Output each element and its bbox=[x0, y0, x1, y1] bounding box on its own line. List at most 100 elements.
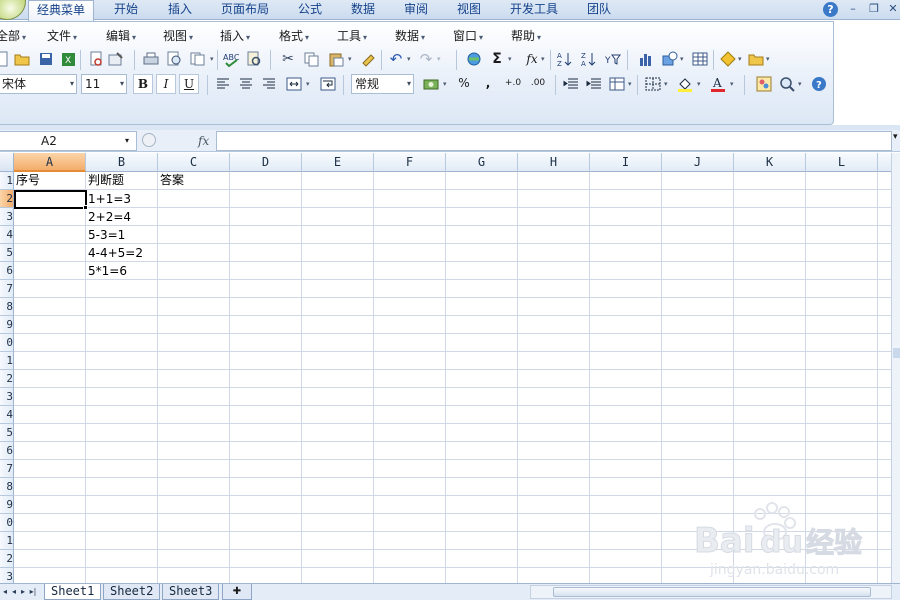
new-icon[interactable] bbox=[0, 49, 12, 69]
borders-icon[interactable] bbox=[643, 74, 663, 94]
underline-button[interactable]: U bbox=[179, 74, 199, 94]
tab-formulas[interactable]: 公式 bbox=[290, 0, 330, 20]
menu-file[interactable]: 文件 ▾ bbox=[47, 28, 77, 44]
help-icon[interactable]: ? bbox=[823, 2, 838, 17]
column-header-k[interactable]: K bbox=[734, 153, 806, 172]
increase-indent-icon[interactable] bbox=[584, 74, 604, 94]
row-header[interactable]: 3 bbox=[0, 208, 14, 226]
copy-icon[interactable] bbox=[302, 49, 322, 69]
row-header[interactable]: 2 bbox=[0, 550, 14, 568]
tab-insert[interactable]: 插入 bbox=[160, 0, 200, 20]
row-header[interactable]: 5 bbox=[0, 424, 14, 442]
font-size-select[interactable]: 11 ▾ bbox=[81, 74, 127, 94]
row-header[interactable]: 0 bbox=[0, 514, 14, 532]
column-header-i[interactable]: I bbox=[590, 153, 662, 172]
horizontal-scrollbar[interactable] bbox=[530, 585, 892, 599]
cell-a1[interactable]: 序号 bbox=[14, 171, 40, 189]
italic-button[interactable]: I bbox=[156, 74, 176, 94]
column-header-j[interactable]: J bbox=[662, 153, 734, 172]
cell-b2[interactable]: 1+1=3 bbox=[86, 190, 131, 208]
restore-icon[interactable]: ❐ bbox=[866, 1, 882, 17]
menu-insert[interactable]: 插入 ▾ bbox=[220, 28, 250, 44]
excel-icon[interactable]: X bbox=[58, 49, 78, 69]
name-box[interactable]: A2 bbox=[0, 131, 137, 151]
expand-formula-bar-icon[interactable]: ▾ bbox=[893, 132, 898, 142]
row-header[interactable]: 5 bbox=[0, 244, 14, 262]
last-sheet-icon[interactable]: ▸| bbox=[28, 586, 38, 598]
office-button[interactable] bbox=[0, 0, 26, 20]
open-icon[interactable] bbox=[12, 49, 32, 69]
cell-b6[interactable]: 5*1=6 bbox=[86, 262, 127, 280]
number-format-select[interactable]: 常规 ▾ bbox=[351, 74, 414, 94]
sheet-tab-2[interactable]: Sheet2 bbox=[103, 584, 161, 600]
help-button-icon[interactable]: ? bbox=[809, 74, 829, 94]
row-header[interactable]: 1 bbox=[0, 532, 14, 550]
table-grid-icon[interactable] bbox=[690, 49, 710, 69]
row-header[interactable]: 8 bbox=[0, 298, 14, 316]
menu-data[interactable]: 数据 ▾ bbox=[395, 28, 425, 44]
menu-edit[interactable]: 编辑 ▾ bbox=[106, 28, 136, 44]
research-icon[interactable] bbox=[244, 49, 264, 69]
row-header[interactable]: 1 bbox=[0, 172, 14, 190]
cell-b3[interactable]: 2+2=4 bbox=[86, 208, 131, 226]
sheet-tab-3[interactable]: Sheet3 bbox=[162, 584, 220, 600]
cell-b1[interactable]: 判断题 bbox=[86, 171, 124, 189]
spelling-icon[interactable]: ABC bbox=[222, 49, 242, 69]
insert-function-icon[interactable]: fx bbox=[198, 131, 209, 151]
wrap-text-icon[interactable] bbox=[318, 74, 338, 94]
row-header[interactable]: 6 bbox=[0, 442, 14, 460]
autosum-button[interactable]: Σ bbox=[487, 49, 507, 69]
formula-expand-icon[interactable] bbox=[142, 133, 156, 147]
tab-classic-menu[interactable]: 经典菜单 bbox=[28, 0, 95, 21]
folder-icon[interactable] bbox=[746, 49, 766, 69]
worksheet-grid[interactable]: A B C D E F G H I J K L 1 2 3 4 5 6 7 8 … bbox=[0, 153, 891, 583]
column-header-l[interactable]: L bbox=[806, 153, 878, 172]
percent-button[interactable]: % bbox=[454, 74, 474, 94]
comma-button[interactable]: , bbox=[478, 74, 498, 94]
permission-icon[interactable] bbox=[106, 49, 126, 69]
cell-format-icon[interactable] bbox=[607, 74, 627, 94]
row-header[interactable]: 1 bbox=[0, 352, 14, 370]
column-header-a[interactable]: A bbox=[14, 153, 86, 172]
row-header[interactable]: 9 bbox=[0, 496, 14, 514]
row-header[interactable]: 7 bbox=[0, 280, 14, 298]
close-icon[interactable]: ✕ bbox=[885, 1, 900, 17]
chart-icon[interactable] bbox=[636, 49, 656, 69]
bold-button[interactable]: B bbox=[133, 74, 153, 94]
print-preview-magnifier-icon[interactable] bbox=[165, 49, 185, 69]
menu-window[interactable]: 窗口 ▾ bbox=[453, 28, 483, 44]
horizontal-scroll-thumb[interactable] bbox=[553, 587, 871, 597]
fill-handle[interactable] bbox=[83, 205, 88, 210]
cell-b4[interactable]: 5-3=1 bbox=[86, 226, 125, 244]
row-header[interactable]: 3 bbox=[0, 568, 14, 583]
insert-sheet-icon[interactable]: ✚ bbox=[222, 584, 252, 600]
row-header[interactable]: 2 bbox=[0, 190, 14, 208]
insert-function-button[interactable]: fx bbox=[522, 49, 542, 69]
tab-review[interactable]: 审阅 bbox=[396, 0, 436, 20]
tab-data[interactable]: 数据 bbox=[343, 0, 383, 20]
menu-help[interactable]: 帮助 ▾ bbox=[511, 28, 541, 44]
row-header[interactable]: 9 bbox=[0, 316, 14, 334]
fill-color-icon[interactable] bbox=[675, 74, 695, 94]
row-header[interactable]: 3 bbox=[0, 388, 14, 406]
currency-icon[interactable] bbox=[422, 74, 442, 94]
column-header-g[interactable]: G bbox=[446, 153, 518, 172]
align-left-icon[interactable] bbox=[213, 74, 233, 94]
cut-icon[interactable]: ✂ bbox=[278, 49, 298, 69]
align-center-icon[interactable] bbox=[236, 74, 256, 94]
vertical-scroll-thumb[interactable] bbox=[893, 348, 900, 358]
print-preview-icon[interactable] bbox=[86, 49, 106, 69]
row-header[interactable]: 2 bbox=[0, 370, 14, 388]
zoom-icon[interactable] bbox=[777, 74, 797, 94]
row-header[interactable]: 4 bbox=[0, 406, 14, 424]
row-header[interactable]: 6 bbox=[0, 262, 14, 280]
merge-center-icon[interactable] bbox=[284, 74, 304, 94]
copy-format-icon[interactable] bbox=[188, 49, 208, 69]
save-icon[interactable] bbox=[36, 49, 56, 69]
tab-home[interactable]: 开始 bbox=[106, 0, 146, 20]
sheet-tab-1[interactable]: Sheet1 bbox=[44, 584, 102, 600]
row-header[interactable]: 7 bbox=[0, 460, 14, 478]
formula-input[interactable] bbox=[216, 131, 892, 151]
row-header[interactable]: 0 bbox=[0, 334, 14, 352]
print-icon[interactable] bbox=[141, 49, 161, 69]
